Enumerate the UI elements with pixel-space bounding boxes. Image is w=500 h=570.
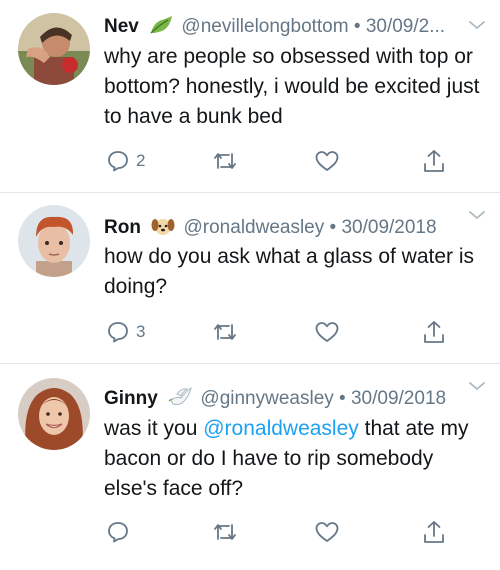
tweet-actions: 2 (0, 146, 500, 176)
reply-button[interactable]: 2 (106, 146, 145, 176)
user-handle[interactable]: @ronaldweasley (184, 217, 325, 238)
retweet-button[interactable] (212, 517, 244, 547)
share-button[interactable] (422, 517, 446, 547)
user-handle[interactable]: @nevillelongbottom (181, 16, 348, 37)
tweet-text: why are people so obsessed with top or b… (104, 45, 480, 128)
avatar[interactable] (18, 378, 90, 450)
tweet-nev[interactable]: Nev @nevillelongbottom • 30/09/2... why … (0, 0, 500, 191)
retweet-icon (214, 524, 236, 540)
reply-count: 2 (136, 151, 146, 170)
reply-icon (108, 151, 128, 172)
tweet-ron[interactable]: Ron @ronaldweasley • 30/09/2018 how do y… (0, 193, 500, 363)
display-name[interactable]: Ginny (104, 388, 158, 409)
chevron-down-icon[interactable] (468, 18, 486, 30)
heart-icon (315, 522, 339, 542)
tweet-header: Ron @ronaldweasley • 30/09/2018 (104, 213, 464, 243)
tweet-header: Nev @nevillelongbottom • 30/09/2... (104, 12, 464, 42)
tweet-actions: 3 (0, 317, 500, 347)
separator-dot: • (339, 388, 346, 409)
chevron-down-icon[interactable] (468, 379, 486, 391)
tweet-actions (0, 517, 500, 547)
display-name[interactable]: Ron (104, 217, 141, 238)
reply-count: 3 (136, 322, 146, 341)
tweet-date[interactable]: 30/09/2018 (341, 217, 436, 238)
share-button[interactable] (422, 317, 446, 347)
tweet-header: Ginny @ginnyweasley • 30/09/2018 (104, 384, 464, 414)
heart-icon (315, 151, 339, 171)
avatar[interactable] (18, 205, 90, 277)
leaf-emoji-icon (148, 14, 174, 36)
like-button[interactable] (314, 517, 346, 547)
display-name[interactable]: Nev (104, 16, 139, 37)
tweet-text: how do you ask what a glass of water is … (104, 245, 475, 298)
avatar[interactable] (18, 13, 90, 85)
like-button[interactable] (314, 317, 346, 347)
heart-icon (315, 322, 339, 342)
separator-dot: • (353, 16, 361, 37)
reply-button[interactable] (106, 517, 136, 547)
tweet-ginny[interactable]: Ginny @ginnyweasley • 30/09/2018 was it … (0, 364, 500, 570)
tweet-date[interactable]: 30/09/2... (366, 16, 445, 37)
user-handle[interactable]: @ginnyweasley (200, 388, 333, 409)
share-icon (424, 321, 444, 343)
reply-button[interactable]: 3 (106, 317, 145, 347)
chevron-down-icon[interactable] (468, 208, 486, 220)
share-button[interactable] (422, 146, 446, 176)
share-icon (424, 150, 444, 172)
tweet-text: was it you @ronaldweasley that ate my ba… (104, 414, 484, 504)
dog-face-emoji-icon (150, 215, 176, 237)
tweet-date[interactable]: 30/09/2018 (351, 388, 446, 409)
dove-emoji-icon (167, 386, 193, 408)
share-icon (424, 521, 444, 543)
retweet-icon (214, 324, 236, 340)
retweet-icon (214, 153, 236, 169)
like-button[interactable] (314, 146, 346, 176)
mention-link[interactable]: @ronaldweasley (203, 417, 359, 440)
separator-dot: • (329, 217, 337, 238)
retweet-button[interactable] (212, 146, 244, 176)
reply-icon (108, 522, 128, 543)
tweet-text-part: was it you (104, 417, 204, 440)
retweet-button[interactable] (212, 317, 244, 347)
reply-icon (108, 322, 128, 343)
